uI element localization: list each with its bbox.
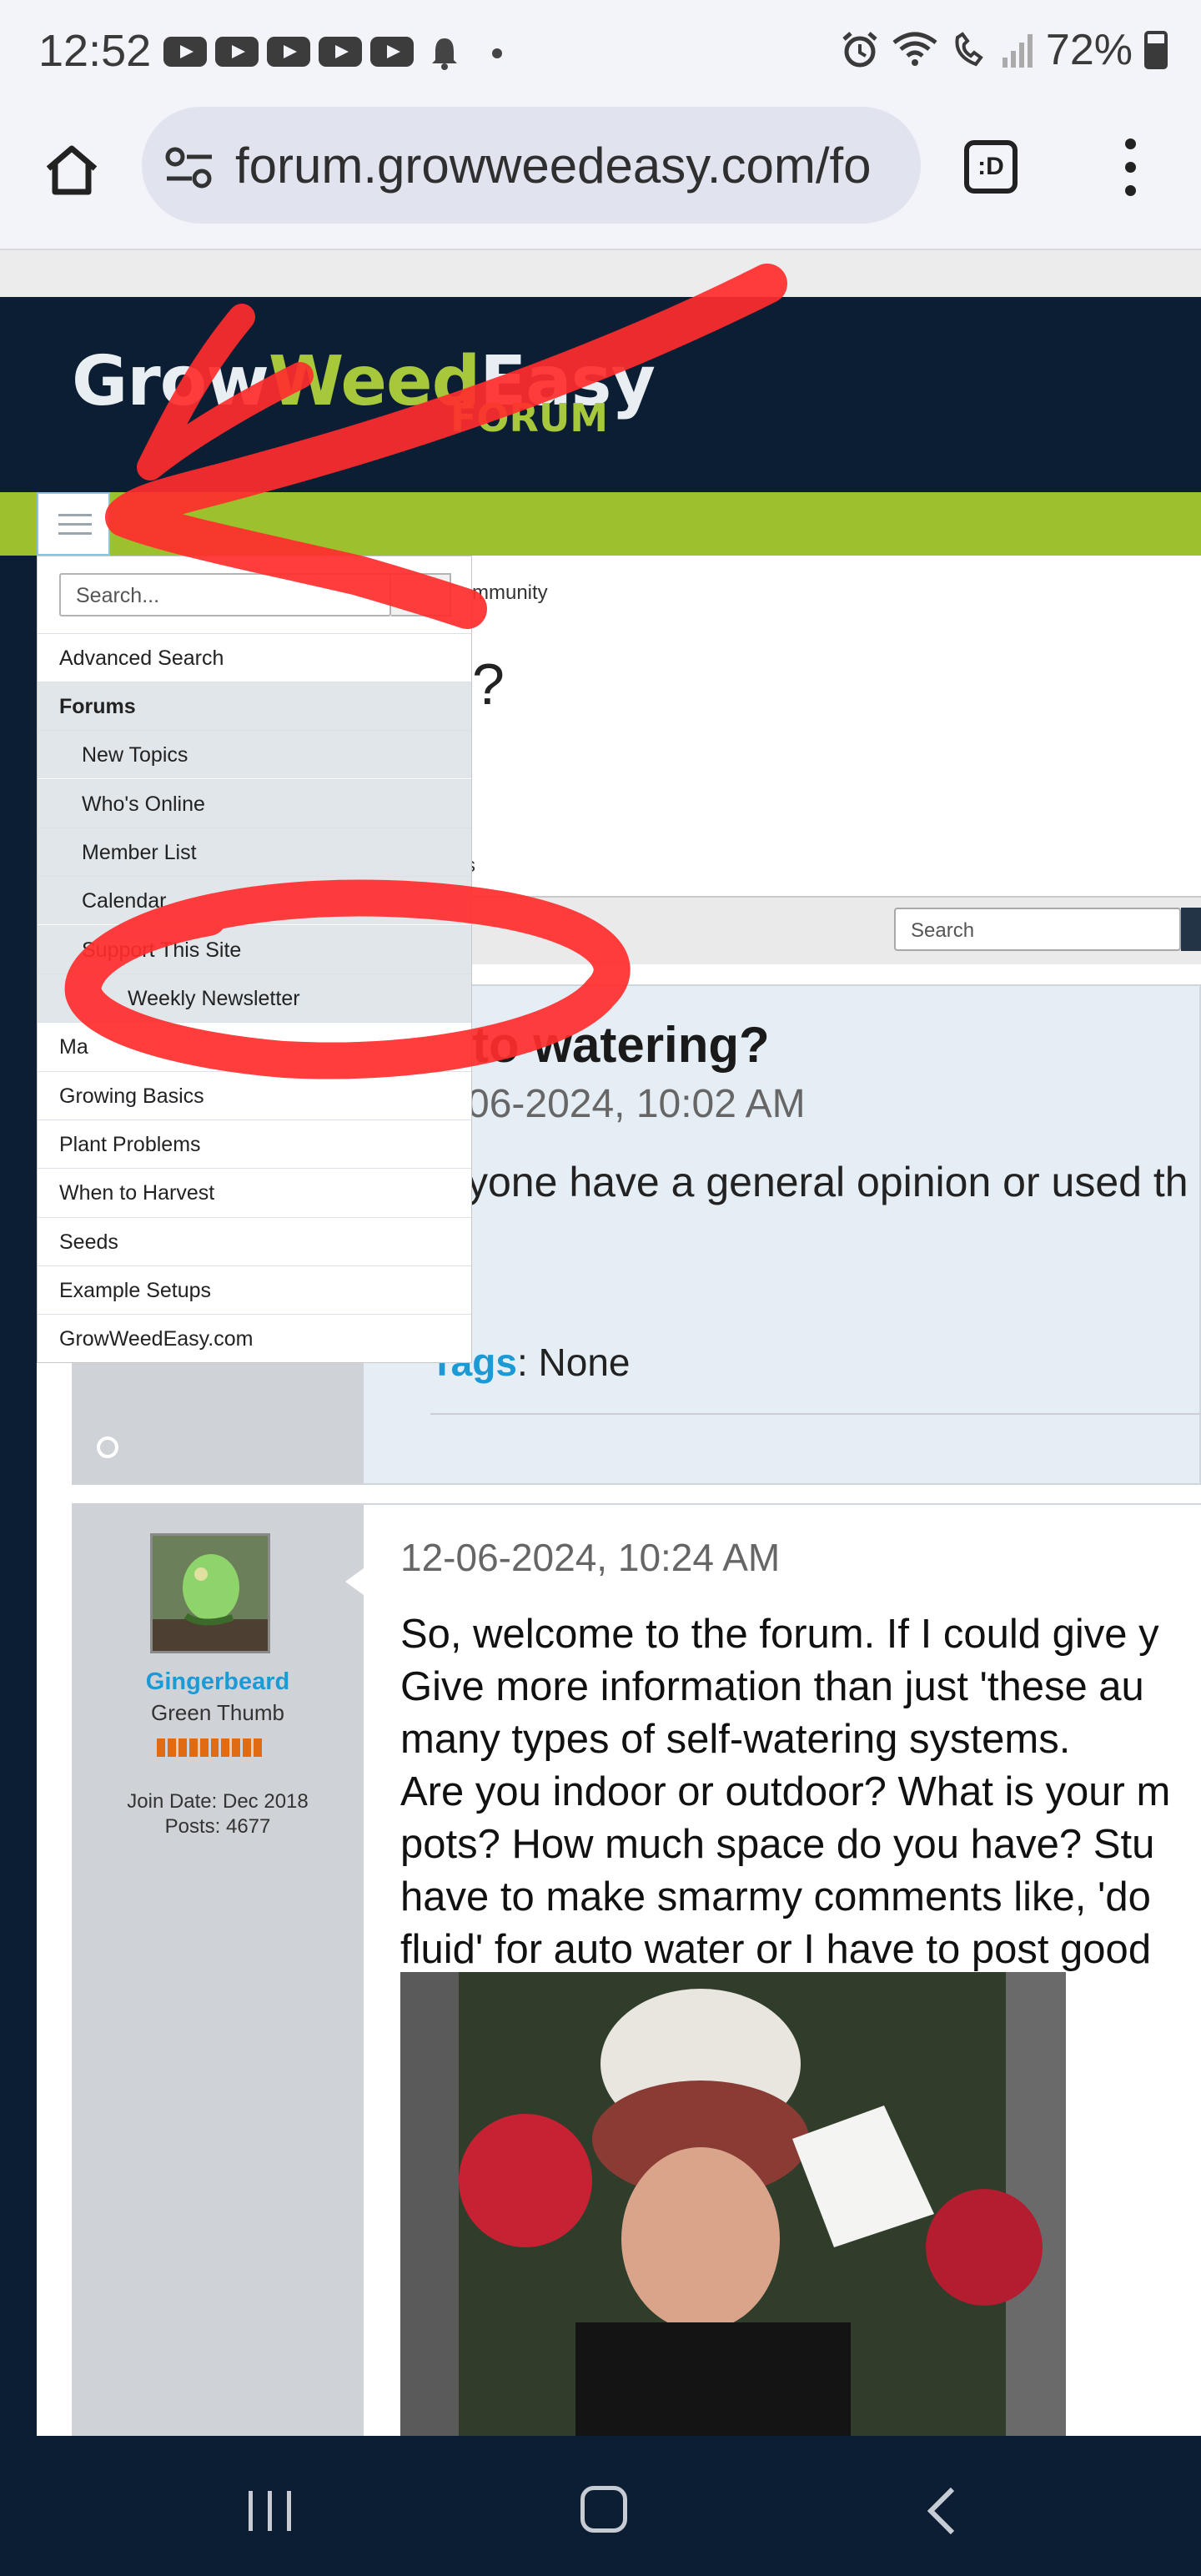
menu-item-new-topics[interactable]: New Topics [38,730,471,778]
hamburger-menu-button[interactable] [37,492,110,556]
post-arrow [345,1568,364,1595]
page-title: ? [472,652,505,717]
menu-item-support[interactable]: Support This Site [38,925,471,974]
logo-forum: FORUM [450,395,609,440]
menu-search-input[interactable]: Search... [59,573,391,616]
menu-item-plant-problems[interactable]: Plant Problems [38,1119,471,1168]
search-button[interactable] [1181,908,1201,951]
menu-search-button[interactable] [391,573,451,616]
menu-item-member-list[interactable]: Member List [38,828,471,876]
site-header: GrowWeedEasy FORUM [0,297,1201,492]
status-right: 72% [841,25,1168,75]
post-1-title: to watering? [472,1017,770,1073]
url-text[interactable]: forum.growweedeasy.com/fo [235,137,902,194]
reputation-bar [157,1738,263,1757]
battery-icon [1144,31,1168,69]
post-image[interactable] [400,1972,1066,2436]
youtube-icon [319,37,362,67]
post-1-date: 06-2024, 10:02 AM [467,1082,806,1126]
back-icon[interactable] [924,2486,957,2536]
menu-item-growing-basics[interactable]: Growing Basics [38,1071,471,1119]
page-top-strip [0,249,1201,297]
posts-count: Posts: 4677 [164,1815,271,1838]
home-nav-icon[interactable] [580,2486,627,2533]
menu-item-whos-online[interactable]: Who's Online [38,779,471,828]
home-icon[interactable] [43,142,100,199]
menu-item-calendar[interactable]: Calendar [38,876,471,924]
nav-bar-green [0,492,1201,556]
logo-weed: Weed [268,342,480,421]
tags-value: : None [516,1341,631,1384]
avatar[interactable] [150,1533,270,1653]
menu-item-advanced-search[interactable]: Advanced Search [38,633,471,682]
breadcrumb[interactable]: mmunity [472,581,548,605]
site-settings-icon[interactable] [165,145,214,190]
menu-item-forums[interactable]: Forums [38,682,471,730]
logo-grow: Grow [72,342,269,421]
status-bar: 12:52 72% [0,0,1201,107]
nav-dropdown: Search... Advanced Search Forums New Top… [37,556,472,1363]
username-link[interactable]: Gingerbeard [72,1668,364,1696]
battery-percent: 72% [1045,26,1133,74]
browser-menu-button[interactable] [1118,138,1143,205]
post-2-text: So, welcome to the forum. If I could giv… [400,1612,1171,1972]
recents-icon[interactable] [247,2491,294,2531]
youtube-icon [370,37,414,67]
status-time: 12:52 [38,26,152,76]
menu-item-seeds[interactable]: Seeds [38,1217,471,1265]
system-nav-bar [0,2436,1201,2576]
youtube-icon [215,37,259,67]
divider [430,1413,1201,1415]
wifi-call-icon [892,32,937,66]
post-1-text: yone have a general opinion or used th [467,1159,1188,1205]
browser-toolbar: forum.growweedeasy.com/fo :D [0,107,1201,249]
dot-icon [492,48,502,58]
tabs-button[interactable]: :D [964,140,1018,194]
menu-item-example-setups[interactable]: Example Setups [38,1265,471,1314]
wifi-call-icon [955,32,983,67]
menu-item-when-to-harvest[interactable]: When to Harvest [38,1168,471,1216]
post-2-date: 12-06-2024, 10:24 AM [400,1536,781,1579]
signal-icon [1002,34,1033,68]
alarm-icon [842,32,877,68]
youtube-icon [267,37,310,67]
user-rank: Green Thumb [151,1700,284,1725]
menu-item-newsletter[interactable]: Weekly Newsletter [38,974,471,1022]
join-date: Join Date: Dec 2018 [127,1790,309,1813]
youtube-icon [163,37,207,67]
menu-item-ma[interactable]: Ma [38,1022,471,1070]
search-input[interactable]: Search [894,908,1181,951]
address-bar[interactable]: forum.growweedeasy.com/fo [142,107,921,224]
menu-item-growweedeasy[interactable]: GrowWeedEasy.com [38,1314,471,1362]
bell-icon [432,38,457,70]
online-status-icon [97,1436,118,1458]
